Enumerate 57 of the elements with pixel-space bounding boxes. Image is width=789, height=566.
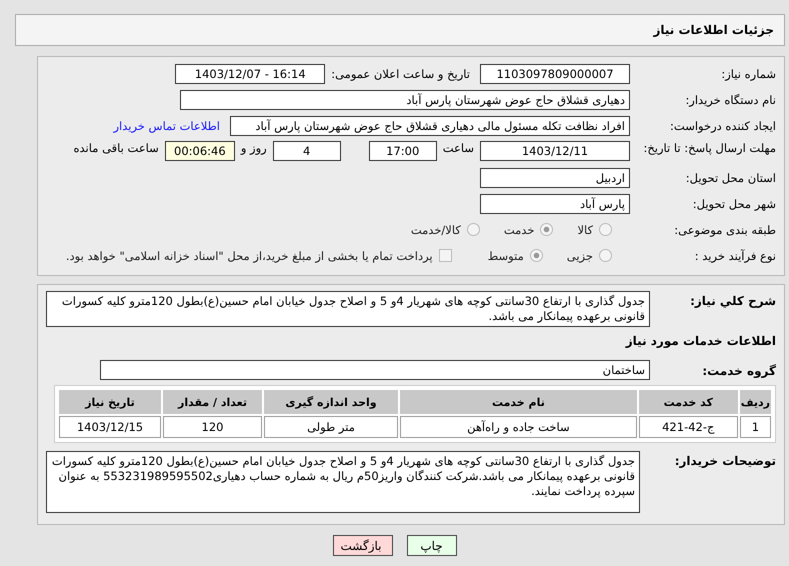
province-field: اردبیل <box>480 168 630 188</box>
page-title: جزئیات اطلاعات نیاز <box>653 23 774 37</box>
back-button[interactable]: بازگشت <box>332 535 392 556</box>
option-label: متوسط <box>488 248 524 262</box>
buyer-org-field: دهیاری قشلاق حاج عوض شهرستان پارس آباد <box>180 90 630 110</box>
city-field: پارس آباد <box>480 194 630 214</box>
days-field: 4 <box>272 141 341 161</box>
field-label: مهلت ارسال پاسخ: تا تاریخ: <box>642 141 776 155</box>
buyer-contact-link[interactable]: اطلاعات تماس خریدار <box>113 118 220 132</box>
field-label: نام دستگاه خریدار: <box>684 92 776 106</box>
option-label: کالا/خدمت <box>410 222 461 236</box>
option-label: کالا <box>577 222 593 236</box>
need-number-field: 1103097809000007 <box>480 64 630 84</box>
radio-button[interactable] <box>466 223 480 236</box>
field-label: شهر محل تحویل: <box>692 196 776 210</box>
field-label: ساعت <box>442 141 474 155</box>
field-label: گروه خدمت: <box>701 364 776 378</box>
requester-field: افراد نظافت تکله مسئول مالی دهیاری قشلاق حاج عوض شهرستان پارس آباد <box>230 116 630 136</box>
remaining-time-field: 00:06:46 <box>164 141 235 161</box>
table-cell: 1 <box>740 416 771 438</box>
buyer-notes-field: جدول گذاری با ارتفاع 30سانتی کوچه های شهریار 4و 5 و اصلاح جدول خیابان امام حسین(ع)بطول 120مترو کلیه کسورات قانونی برعهده پیمانکار می باشد.شرکت کنندگان واریز50م ریال به شماره حساب دهیاری553231989595502 به عنوان سپرده پرداخت نمایند. <box>46 451 640 513</box>
field-label: طبقه بندی موضوعی: <box>673 222 776 236</box>
description-field: جدول گذاری با ارتفاع 30سانتی کوچه های شهریار 4و 5 و اصلاح جدول خیابان امام حسین(ع)بطول 120مترو کلیه کسورات قانونی برعهده پیمانکار می باشد. <box>46 291 650 327</box>
section-title: اطلاعات خدمات مورد نیاز <box>626 334 776 348</box>
radio-button[interactable] <box>530 249 543 262</box>
field-label: توضیحات خریدار: <box>674 454 776 468</box>
table-cell: متر طولی <box>264 416 398 438</box>
column-header: نام خدمت <box>400 390 637 414</box>
field-label: تاریخ و ساعت اعلان عمومی: <box>331 66 470 80</box>
print-button[interactable]: چاپ <box>406 535 456 556</box>
table-cell: ساخت جاده و راه‌آهن <box>400 416 637 438</box>
option-label: جزیی <box>566 248 593 262</box>
radio-button[interactable] <box>540 223 554 236</box>
radio-button[interactable] <box>599 223 612 236</box>
column-header: تاریخ نیاز <box>59 390 161 414</box>
service-group-field: ساختمان <box>100 360 650 380</box>
option-label: خدمت <box>504 222 534 236</box>
deadline-time-field: 17:00 <box>368 141 437 161</box>
table-cell: ج-42-421 <box>638 416 738 438</box>
checkbox[interactable] <box>438 249 452 262</box>
column-header: کد خدمت <box>638 390 738 414</box>
field-label: شماره نیاز: <box>720 66 776 80</box>
field-label: نوع فرآیند خرید : <box>694 248 776 262</box>
field-label: روز و <box>240 141 267 155</box>
column-header: ردیف <box>740 390 771 414</box>
field-label: ایجاد کننده درخواست: <box>669 118 776 132</box>
checkbox-label: پرداخت تمام یا بخشی از مبلغ خرید،از محل "اسناد خزانه اسلامی" خواهد بود. <box>66 248 433 262</box>
table-cell: 1403/12/15 <box>59 416 161 438</box>
deadline-date-field: 1403/12/11 <box>480 141 630 161</box>
radio-button[interactable] <box>599 249 612 262</box>
column-header: تعداد / مقدار <box>163 390 262 414</box>
table-cell: 120 <box>163 416 262 438</box>
field-label: استان محل تحویل: <box>684 170 776 184</box>
column-header: واحد اندازه گیری <box>264 390 398 414</box>
field-label: ساعت باقی مانده <box>74 141 159 155</box>
field-label: شرح کلي نیاز: <box>689 294 776 308</box>
announce-date-field: 1403/12/07 - 16:14 <box>175 64 326 84</box>
